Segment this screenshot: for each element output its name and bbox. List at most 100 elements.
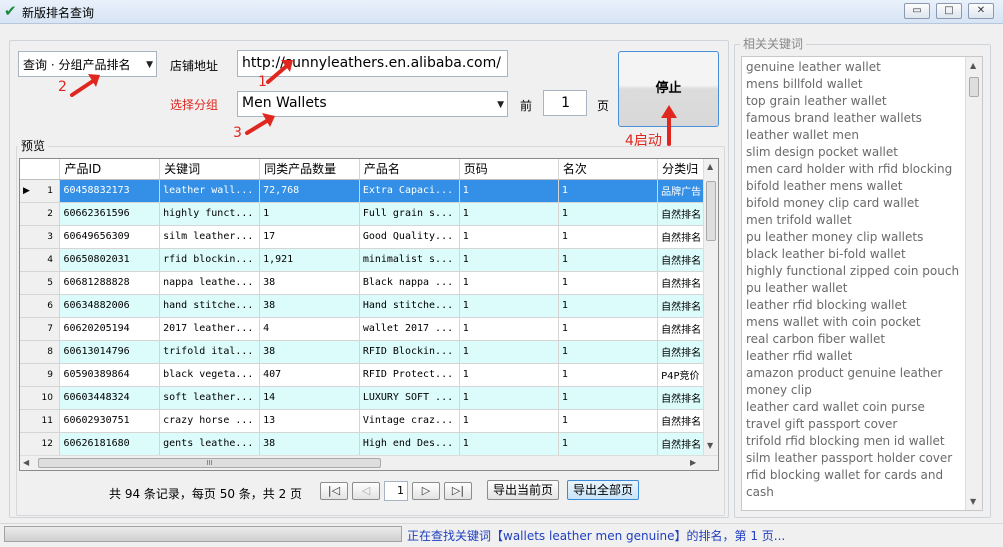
cell-count[interactable]: 4	[259, 317, 360, 341]
table-row[interactable]: 2 60662361596 highly funct... 1 Full grain s…	[20, 202, 718, 226]
keyword-item[interactable]: bifold leather mens wallet	[746, 179, 902, 193]
cell-kw[interactable]: nappa leathe...	[159, 271, 261, 295]
keyword-item[interactable]: men trifold wallet	[746, 213, 852, 227]
cell-id[interactable]: 60662361596	[59, 202, 161, 226]
page-number-input[interactable]: 1	[384, 481, 408, 501]
cell-kw[interactable]: silm leather...	[159, 225, 261, 249]
cell-count[interactable]: 1	[259, 202, 360, 226]
keyword-item[interactable]: leather rfid blocking wallet	[746, 298, 907, 312]
cell-rank[interactable]: 1	[558, 317, 659, 341]
cell-kw[interactable]: rfid blockin...	[159, 248, 261, 272]
cell-id[interactable]: 60602930751	[59, 409, 161, 433]
cell-id[interactable]: 60681288828	[59, 271, 161, 295]
row-indicator[interactable]: 12	[20, 432, 61, 456]
keyword-item[interactable]: bifold money clip card wallet	[746, 196, 919, 210]
cell-page[interactable]: 1	[459, 248, 559, 272]
column-header[interactable]: 页码	[459, 159, 559, 180]
table-row[interactable]: ▶ 1 60458832173 leather wall... 72,768 Extra …	[20, 179, 718, 203]
cell-name[interactable]: Vintage craz...	[359, 409, 460, 433]
cell-rank[interactable]: 1	[558, 271, 659, 295]
table-row[interactable]: 8 60613014796 trifold ital... 38 RFID Blocki…	[20, 340, 718, 364]
table-row[interactable]: 11 60602930751 crazy horse ... 13 Vintage cr…	[20, 409, 718, 433]
table-row[interactable]: 6 60634882006 hand stitche... 38 Hand stitch…	[20, 294, 718, 318]
cell-name[interactable]: RFID Blockin...	[359, 340, 460, 364]
results-grid[interactable]: 产品ID 关键词 同类产品数量 产品名 页码 名次 分类归 ▶ 1 60458832173 lea…	[19, 158, 719, 471]
row-indicator[interactable]: 11	[20, 409, 61, 433]
cell-name[interactable]: Extra Capaci...	[359, 179, 460, 203]
column-header[interactable]: 产品ID	[59, 159, 161, 180]
keyword-item[interactable]: real carbon fiber wallet	[746, 332, 885, 346]
row-indicator[interactable]: 7	[20, 317, 61, 341]
cell-page[interactable]: 1	[459, 363, 559, 387]
table-row[interactable]: 4 60650802031 rfid blockin... 1,921 minimali…	[20, 248, 718, 272]
keyword-item[interactable]: travel gift passport cover	[746, 417, 897, 431]
export-current-button[interactable]: 导出当前页	[487, 480, 559, 500]
row-indicator[interactable]: 6	[20, 294, 61, 318]
row-indicator[interactable]: 10	[20, 386, 61, 410]
column-header[interactable]: 名次	[558, 159, 659, 180]
table-row[interactable]: 12 60626181680 gents leathe... 38 High end D…	[20, 432, 718, 456]
vertical-scroll-thumb[interactable]	[706, 181, 716, 241]
cell-rank[interactable]: 1	[558, 409, 659, 433]
keyword-item[interactable]: famous brand leather wallets	[746, 111, 922, 125]
cell-id[interactable]: 60613014796	[59, 340, 161, 364]
cell-name[interactable]: LUXURY SOFT ...	[359, 386, 460, 410]
row-indicator[interactable]: 9	[20, 363, 61, 387]
keyword-item[interactable]: genuine leather wallet	[746, 60, 881, 74]
cell-kw[interactable]: crazy horse ...	[159, 409, 261, 433]
cell-page[interactable]: 1	[459, 294, 559, 318]
keyword-item[interactable]: money clip	[746, 383, 812, 397]
cell-rank[interactable]: 1	[558, 432, 659, 456]
cell-rank[interactable]: 1	[558, 340, 659, 364]
cell-kw[interactable]: highly funct...	[159, 202, 261, 226]
cell-kw[interactable]: leather wall...	[159, 179, 261, 203]
cell-rank[interactable]: 1	[558, 202, 659, 226]
keyword-item[interactable]: rfid blocking wallet for cards and	[746, 468, 943, 482]
keyword-item[interactable]: leather wallet men	[746, 128, 859, 142]
keyword-item[interactable]: trifold rfid blocking men id wallet	[746, 434, 945, 448]
cell-name[interactable]: minimalist s...	[359, 248, 460, 272]
first-page-button[interactable]: |◁	[320, 482, 348, 500]
vertical-scrollbar[interactable]: ▲ ▼	[703, 159, 718, 455]
table-row[interactable]: 10 60603448324 soft leather... 14 LUXURY SOF…	[20, 386, 718, 410]
prev-page-button[interactable]: ◁	[352, 482, 380, 500]
cell-rank[interactable]: 1	[558, 179, 659, 203]
cell-id[interactable]: 60603448324	[59, 386, 161, 410]
keyword-item[interactable]: pu leather money clip wallets	[746, 230, 923, 244]
row-indicator[interactable]: 2	[20, 202, 61, 226]
keyword-item[interactable]: highly functional zipped coin pouch	[746, 264, 959, 278]
cell-name[interactable]: RFID Protect...	[359, 363, 460, 387]
column-header[interactable]: 同类产品数量	[259, 159, 360, 180]
keyword-item[interactable]: pu leather wallet	[746, 281, 847, 295]
keyword-item[interactable]: mens wallet with coin pocket	[746, 315, 921, 329]
cell-id[interactable]: 60649656309	[59, 225, 161, 249]
keyword-item[interactable]: cash	[746, 485, 774, 499]
cell-kw[interactable]: hand stitche...	[159, 294, 261, 318]
cell-count[interactable]: 13	[259, 409, 360, 433]
horizontal-scroll-thumb[interactable]: III	[38, 458, 381, 468]
keyword-item[interactable]: mens billfold wallet	[746, 77, 863, 91]
cell-rank[interactable]: 1	[558, 248, 659, 272]
keyword-item[interactable]: men card holder with rfid blocking	[746, 162, 952, 176]
keywords-scroll-thumb[interactable]	[969, 77, 979, 97]
cell-page[interactable]: 1	[459, 317, 559, 341]
horizontal-scrollbar[interactable]: ◀ III ▶	[20, 455, 718, 470]
cell-name[interactable]: Hand stitche...	[359, 294, 460, 318]
row-indicator[interactable]: 8	[20, 340, 61, 364]
table-row[interactable]: 7 60620205194 2017 leather... 4 wallet 2017 …	[20, 317, 718, 341]
cell-id[interactable]: 60458832173	[59, 179, 161, 203]
cell-name[interactable]: Full grain s...	[359, 202, 460, 226]
row-indicator[interactable]: 4	[20, 248, 61, 272]
cell-rank[interactable]: 1	[558, 225, 659, 249]
cell-count[interactable]: 72,768	[259, 179, 360, 203]
cell-name[interactable]: Good Quality...	[359, 225, 460, 249]
cell-count[interactable]: 38	[259, 271, 360, 295]
cell-count[interactable]: 1,921	[259, 248, 360, 272]
cell-id[interactable]: 60590389864	[59, 363, 161, 387]
row-indicator[interactable]: 5	[20, 271, 61, 295]
cell-page[interactable]: 1	[459, 225, 559, 249]
cell-page[interactable]: 1	[459, 179, 559, 203]
cell-page[interactable]: 1	[459, 386, 559, 410]
keyword-item[interactable]: amazon product genuine leather	[746, 366, 942, 380]
column-header[interactable]: 产品名	[359, 159, 460, 180]
